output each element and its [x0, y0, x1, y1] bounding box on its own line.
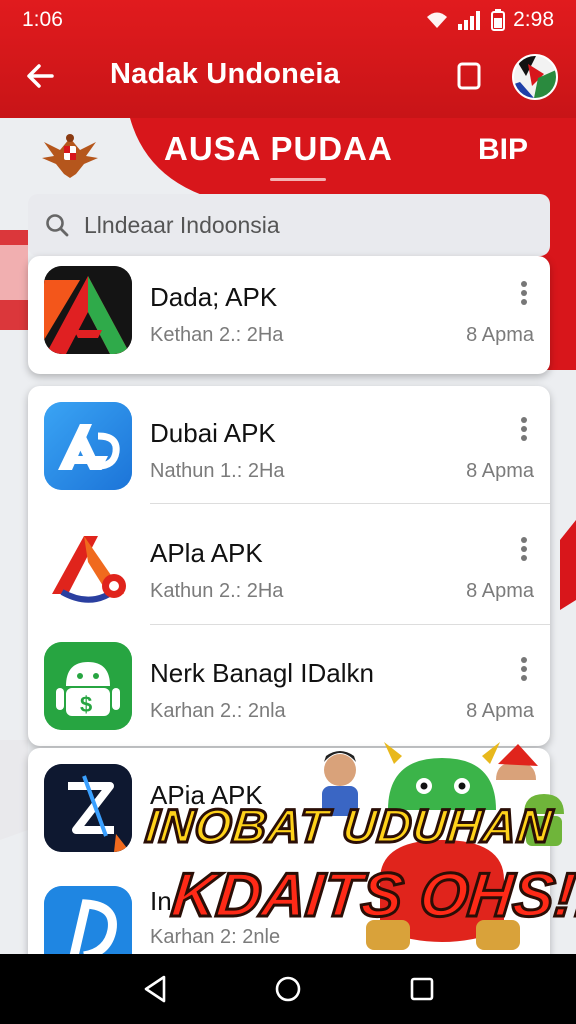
tab-main[interactable]: AUSA PUDAA [164, 130, 393, 168]
dark-z-app-icon [44, 764, 132, 852]
search-placeholder: Llndeaar Indoonsia [84, 211, 280, 238]
app-meta: 8 Apma [466, 324, 534, 346]
tab-bip[interactable]: BIP [478, 133, 528, 167]
status-bar: 1:06 2:98 [0, 0, 576, 40]
search-icon [46, 214, 69, 237]
app-card: Dada; APK Kethan 2.: 2Ha 8 Apma [28, 256, 550, 374]
system-nav-bar [0, 954, 576, 1024]
app-name: Dada; APK [150, 282, 278, 312]
app-name: Nerk Banagl IDalkn [150, 658, 374, 688]
tab-indicator [270, 178, 326, 181]
recents-nav-icon[interactable] [404, 971, 440, 1007]
bookmark-icon[interactable] [454, 60, 484, 92]
home-nav-icon[interactable] [270, 971, 306, 1007]
app-meta: 8 Apma [466, 700, 534, 722]
search-bar[interactable]: Llndeaar Indoonsia [28, 194, 550, 256]
promo-headline: INOBAT UDUHAN [142, 798, 557, 854]
signal-icon [458, 11, 481, 30]
app-name: Dubai APK [150, 418, 276, 448]
promo-subheadline: KDAITS OHS!! [167, 860, 576, 932]
wifi-icon [427, 12, 448, 28]
status-time: 1:06 [22, 8, 63, 31]
green-android-app-icon: $ [44, 642, 132, 730]
arrow-back-icon [27, 64, 54, 88]
battery-icon [491, 9, 506, 31]
app-bar: Nadak Undoneia [0, 40, 576, 112]
app-card: Dubai APK Nathun 1.: 2Ha 8 Apma APla APK… [28, 386, 550, 746]
more-vert-icon[interactable] [520, 416, 528, 442]
more-vert-icon[interactable] [520, 536, 528, 562]
app-subtitle: Kathun 2.: 2Ha [150, 580, 284, 602]
blue-a-app-icon [44, 402, 132, 490]
list-item[interactable]: Dada; APK Kethan 2.: 2Ha 8 Apma [28, 256, 550, 372]
list-item[interactable]: Dubai APK Nathun 1.: 2Ha 8 Apma [28, 386, 550, 508]
garuda-emblem-icon [42, 134, 98, 178]
app-subtitle: Karhan 2.: 2nla [150, 700, 286, 722]
profile-avatar-icon [514, 56, 556, 98]
divider [150, 624, 550, 625]
status-battery-text: 2:98 [513, 8, 554, 31]
app-meta: 8 Apma [466, 460, 534, 482]
divider [150, 503, 550, 504]
app-subtitle: Nathun 1.: 2Ha [150, 460, 285, 482]
more-vert-icon[interactable] [520, 656, 528, 682]
list-item[interactable]: $ Nerk Banagl IDalkn Karhan 2.: 2nla 8 A… [28, 626, 550, 746]
red-a-app-icon [44, 266, 132, 354]
app-bar-title: Nadak Undoneia [110, 58, 341, 90]
svg-text:$: $ [80, 692, 92, 717]
list-item[interactable]: APla APK Kathun 2.: 2Ha 8 Apma [28, 506, 550, 628]
app-subtitle: Kethan 2.: 2Ha [150, 324, 284, 346]
back-button[interactable] [22, 58, 58, 94]
app-name: APla APK [150, 538, 263, 568]
back-nav-icon[interactable] [138, 971, 174, 1007]
app-meta: 8 Apma [466, 580, 534, 602]
more-vert-icon[interactable] [520, 280, 528, 306]
triangle-a-app-icon [44, 522, 132, 610]
avatar[interactable] [512, 54, 558, 100]
promo-banner[interactable]: INOBAT UDUHAN KDAITS OHS!! [140, 740, 576, 955]
